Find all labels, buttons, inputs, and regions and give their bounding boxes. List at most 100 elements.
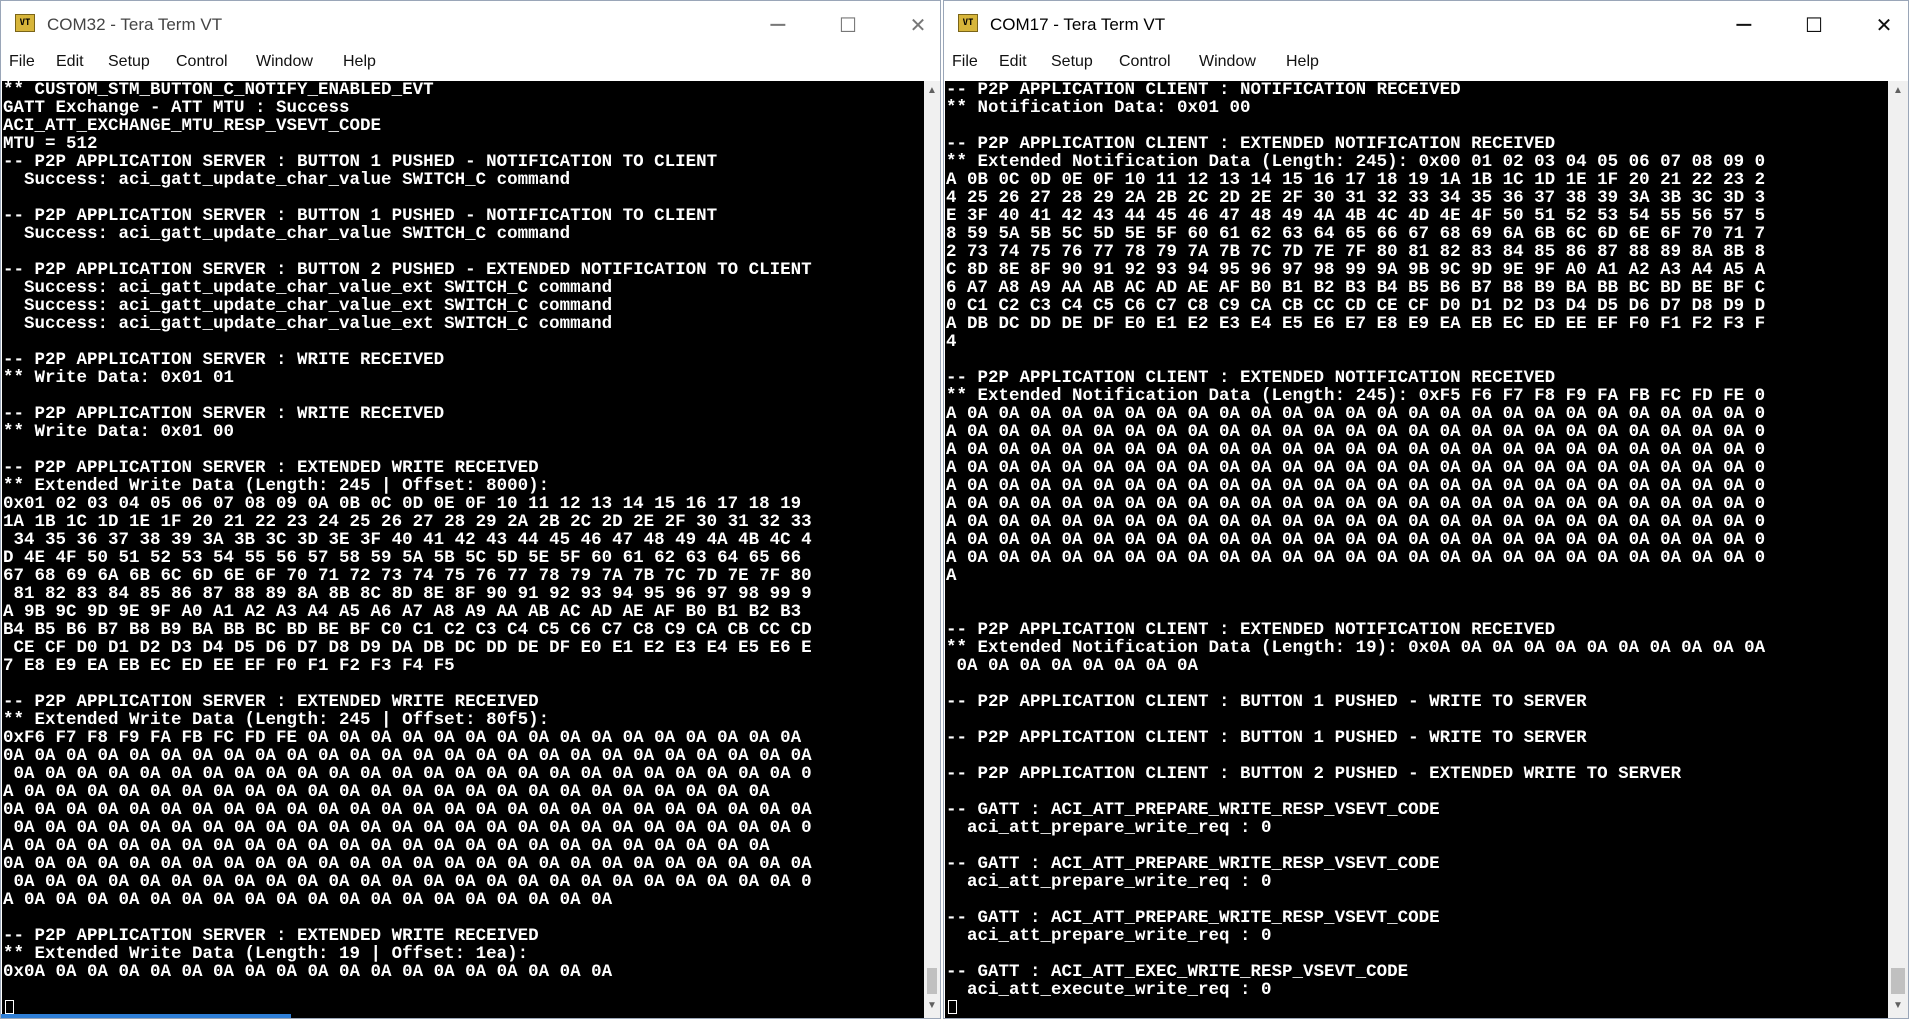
- terminal-line: 0A 0A 0A 0A 0A 0A 0A 0A: [946, 656, 1199, 676]
- terminal-line: Success: aci_gatt_update_char_value_ext …: [3, 296, 613, 316]
- menu-control[interactable]: Control: [1119, 53, 1171, 71]
- menu-setup[interactable]: Setup: [108, 53, 150, 71]
- menu-window[interactable]: Window: [1199, 53, 1256, 71]
- scroll-up-icon[interactable]: ▲: [1888, 83, 1908, 99]
- scrollbar-thumb[interactable]: [1891, 968, 1905, 994]
- vertical-scrollbar[interactable]: ▲ ▼: [1888, 81, 1908, 1018]
- terminal-line: aci_att_prepare_write_req : 0: [946, 818, 1272, 838]
- terminal-line: -- P2P APPLICATION SERVER : EXTENDED WRI…: [3, 692, 539, 712]
- terminal-line: ** Extended Notification Data (Length: 2…: [946, 152, 1766, 172]
- title-bar[interactable]: VT COM17 - Tera Term VT ─ ☐ ✕: [944, 1, 1908, 49]
- terminal-line: 4: [946, 332, 957, 352]
- vertical-scrollbar[interactable]: ▲ ▼: [924, 81, 940, 1018]
- terminal-line: A 9B 9C 9D 9E 9F A0 A1 A2 A3 A4 A5 A6 A7…: [3, 602, 802, 622]
- tera-term-vt-icon[interactable]: VT: [958, 14, 978, 32]
- title-bar[interactable]: VT COM32 - Tera Term VT ─ ☐ ✕: [1, 1, 940, 49]
- menu-bar: File Edit Setup Control Window Help: [1, 49, 940, 79]
- tera-term-window-com17: VT COM17 - Tera Term VT ─ ☐ ✕ File Edit …: [943, 0, 1909, 1019]
- terminal-line: 4 25 26 27 28 29 2A 2B 2C 2D 2E 2F 30 31…: [946, 188, 1766, 208]
- terminal-line: A 0A 0A 0A 0A 0A 0A 0A 0A 0A 0A 0A 0A 0A…: [946, 530, 1766, 550]
- terminal-line: 2 73 74 75 76 77 78 79 7A 7B 7C 7D 7E 7F…: [946, 242, 1766, 262]
- terminal-line: -- P2P APPLICATION CLIENT : EXTENDED NOT…: [946, 620, 1556, 640]
- terminal-line: 0A 0A 0A 0A 0A 0A 0A 0A 0A 0A 0A 0A 0A 0…: [3, 872, 812, 892]
- terminal-line: -- GATT : ACI_ATT_PREPARE_WRITE_RESP_VSE…: [946, 800, 1440, 820]
- terminal-line: -- P2P APPLICATION SERVER : BUTTON 2 PUS…: [3, 260, 812, 280]
- terminal-line: 0A 0A 0A 0A 0A 0A 0A 0A 0A 0A 0A 0A 0A 0…: [3, 746, 812, 766]
- terminal-line: A 0A 0A 0A 0A 0A 0A 0A 0A 0A 0A 0A 0A 0A…: [946, 512, 1766, 532]
- terminal-line: A 0A 0A 0A 0A 0A 0A 0A 0A 0A 0A 0A 0A 0A…: [3, 782, 770, 802]
- terminal-line: 67 68 69 6A 6B 6C 6D 6E 6F 70 71 72 73 7…: [3, 566, 812, 586]
- menu-help[interactable]: Help: [343, 53, 376, 71]
- minimize-icon[interactable]: ─: [743, 1, 813, 49]
- menu-help[interactable]: Help: [1286, 53, 1319, 71]
- terminal-screen[interactable]: -- P2P APPLICATION CLIENT : NOTIFICATION…: [945, 81, 1888, 1018]
- close-icon[interactable]: ✕: [883, 1, 940, 49]
- menu-file[interactable]: File: [952, 53, 978, 71]
- terminal-line: 8 59 5A 5B 5C 5D 5E 5F 60 61 62 63 64 65…: [946, 224, 1766, 244]
- menu-control[interactable]: Control: [176, 53, 228, 71]
- terminal-line: A 0A 0A 0A 0A 0A 0A 0A 0A 0A 0A 0A 0A 0A…: [946, 440, 1766, 460]
- terminal-line: ** Extended Write Data (Length: 245 | Of…: [3, 710, 550, 730]
- tera-term-vt-icon[interactable]: VT: [15, 14, 35, 32]
- terminal-cursor: [5, 1000, 14, 1014]
- terminal-line: A 0B 0C 0D 0E 0F 10 11 12 13 14 15 16 17…: [946, 170, 1766, 190]
- window-title: COM17 - Tera Term VT: [990, 15, 1166, 34]
- terminal-line: A 0A 0A 0A 0A 0A 0A 0A 0A 0A 0A 0A 0A 0A…: [3, 890, 613, 910]
- terminal-line: 1A 1B 1C 1D 1E 1F 20 21 22 23 24 25 26 2…: [3, 512, 812, 532]
- terminal-line: -- P2P APPLICATION SERVER : WRITE RECEIV…: [3, 350, 445, 370]
- terminal-line: 34 35 36 37 38 39 3A 3B 3C 3D 3E 3F 40 4…: [3, 530, 812, 550]
- menu-bar: File Edit Setup Control Window Help: [944, 49, 1908, 79]
- terminal-line: -- GATT : ACI_ATT_PREPARE_WRITE_RESP_VSE…: [946, 908, 1440, 928]
- taskbar-highlight: [1, 1014, 291, 1018]
- scrollbar-thumb[interactable]: [927, 968, 937, 994]
- terminal-line: 81 82 83 84 85 86 87 88 89 8A 8B 8C 8D 8…: [3, 584, 812, 604]
- terminal-line: ** Extended Notification Data (Length: 2…: [946, 386, 1766, 406]
- terminal-line: D 4E 4F 50 51 52 53 54 55 56 57 58 59 5A…: [3, 548, 802, 568]
- terminal-line: ** Write Data: 0x01 00: [3, 422, 235, 442]
- terminal-screen[interactable]: ** CUSTOM_STM_BUTTON_C_NOTIFY_ENABLED_EV…: [2, 81, 924, 1018]
- terminal-line: 0x01 02 03 04 05 06 07 08 09 0A 0B 0C 0D…: [3, 494, 802, 514]
- tera-term-window-com32: VT COM32 - Tera Term VT ─ ☐ ✕ File Edit …: [0, 0, 941, 1019]
- menu-window[interactable]: Window: [256, 53, 313, 71]
- terminal-line: C 8D 8E 8F 90 91 92 93 94 95 96 97 98 99…: [946, 260, 1766, 280]
- minimize-icon[interactable]: ─: [1709, 1, 1779, 49]
- terminal-line: -- P2P APPLICATION CLIENT : BUTTON 1 PUS…: [946, 728, 1587, 748]
- terminal-line: 0A 0A 0A 0A 0A 0A 0A 0A 0A 0A 0A 0A 0A 0…: [3, 818, 812, 838]
- terminal-line: aci_att_execute_write_req : 0: [946, 980, 1272, 999]
- maximize-icon[interactable]: ☐: [813, 1, 883, 49]
- terminal-line: E 3F 40 41 42 43 44 45 46 47 48 49 4A 4B…: [946, 206, 1766, 226]
- scroll-down-icon[interactable]: ▼: [1888, 998, 1908, 1014]
- terminal-line: A: [946, 566, 957, 586]
- window-title: COM32 - Tera Term VT: [47, 15, 223, 34]
- menu-setup[interactable]: Setup: [1051, 53, 1093, 71]
- scroll-up-icon[interactable]: ▲: [924, 83, 940, 99]
- menu-edit[interactable]: Edit: [56, 53, 84, 71]
- terminal-line: MTU = 512: [3, 134, 98, 154]
- scroll-down-icon[interactable]: ▼: [924, 998, 940, 1014]
- terminal-line: A 0A 0A 0A 0A 0A 0A 0A 0A 0A 0A 0A 0A 0A…: [946, 404, 1766, 424]
- terminal-line: Success: aci_gatt_update_char_value_ext …: [3, 278, 613, 298]
- menu-file[interactable]: File: [9, 53, 35, 71]
- close-icon[interactable]: ✕: [1849, 1, 1908, 49]
- maximize-icon[interactable]: ☐: [1779, 1, 1849, 49]
- terminal-line: 0x0A 0A 0A 0A 0A 0A 0A 0A 0A 0A 0A 0A 0A…: [3, 962, 613, 981]
- terminal-line: ACI_ATT_EXCHANGE_MTU_RESP_VSEVT_CODE: [3, 116, 382, 136]
- terminal-line: -- P2P APPLICATION SERVER : EXTENDED WRI…: [3, 458, 539, 478]
- menu-edit[interactable]: Edit: [999, 53, 1027, 71]
- terminal-line: A DB DC DD DE DF E0 E1 E2 E3 E4 E5 E6 E7…: [946, 314, 1766, 334]
- terminal-line: aci_att_prepare_write_req : 0: [946, 872, 1272, 892]
- terminal-line: ** Extended Write Data (Length: 19 | Off…: [3, 944, 529, 964]
- terminal-line: GATT Exchange - ATT MTU : Success: [3, 98, 350, 118]
